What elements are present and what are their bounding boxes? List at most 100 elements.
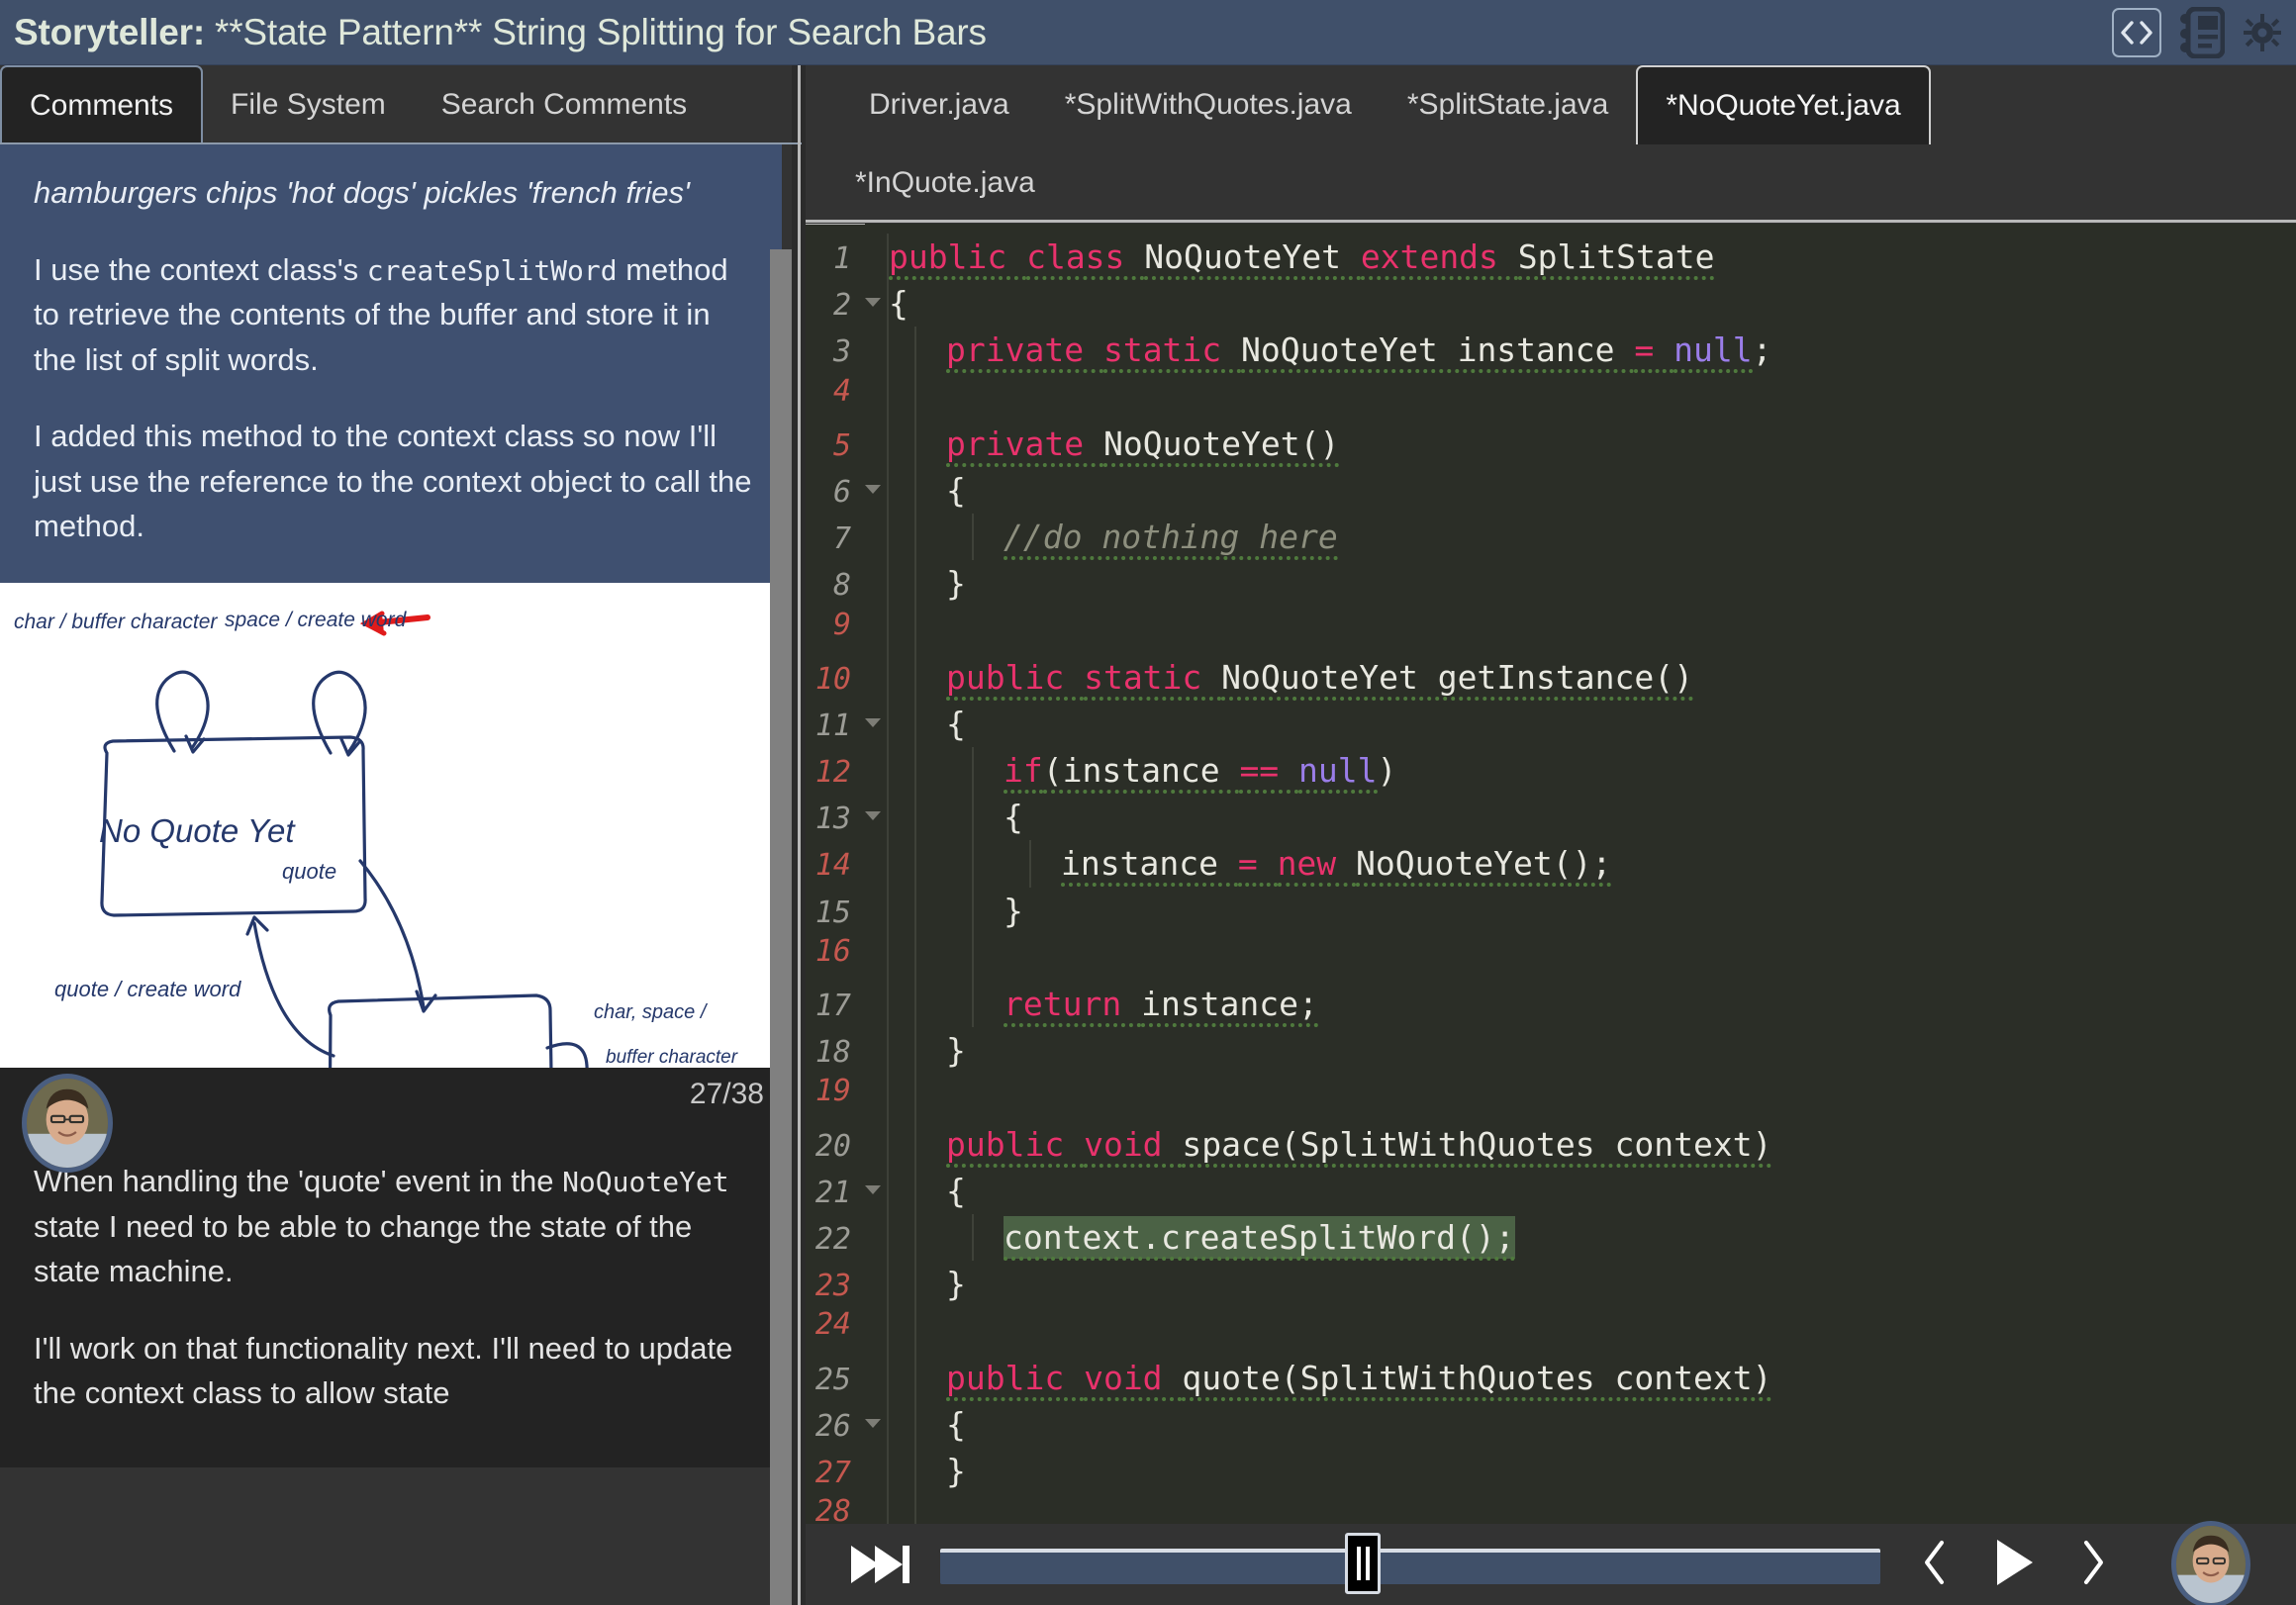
code-line: 25 public void quote(SplitWithQuotes cont… — [806, 1354, 2296, 1401]
code-line: 3 private static NoQuoteYet instance = nu… — [806, 327, 2296, 374]
line-number: 14 — [814, 848, 851, 884]
file-tab-splitstate[interactable]: *SplitState.java — [1380, 65, 1636, 144]
code-line: 20 public void space(SplitWithQuotes cont… — [806, 1120, 2296, 1168]
title-bar: Storyteller: **State Pattern** String Sp… — [0, 0, 2296, 65]
inline-code: NoQuoteYet — [562, 1165, 729, 1198]
indent-guide — [972, 794, 974, 841]
code-line: 6{ — [806, 466, 2296, 515]
indent-guide — [914, 327, 916, 374]
indent-guide — [914, 560, 916, 608]
svg-text:char, space /: char, space / — [594, 1001, 709, 1023]
comment-paragraph: hamburgers chips 'hot dogs' pickles 'fre… — [34, 175, 690, 210]
svg-text:No Quote Yet: No Quote Yet — [99, 812, 296, 849]
code-line: 24 — [806, 1307, 2296, 1355]
tab-search-comments[interactable]: Search Comments — [414, 65, 715, 144]
playbar-avatar[interactable] — [2171, 1521, 2250, 1605]
indent-guide — [914, 1261, 916, 1308]
code-line: 12 if(instance == null) — [806, 747, 2296, 795]
play-button[interactable] — [1991, 1537, 2037, 1593]
fold-triangle-icon[interactable] — [865, 1184, 881, 1194]
next-button[interactable] — [2080, 1540, 2106, 1590]
code-line: 19 — [806, 1074, 2296, 1121]
fold-triangle-icon[interactable] — [865, 298, 881, 308]
file-tab-bar-row2: *InQuote.java — [806, 144, 2296, 222]
playback-slider[interactable] — [940, 1533, 1880, 1594]
file-tab-noquoteyet[interactable]: *NoQuoteYet.java — [1636, 65, 1931, 144]
code-editor[interactable]: 1 public class NoQuoteYet extends SplitSt… — [806, 224, 2296, 1589]
state-diagram-whiteboard[interactable]: char / buffer character space / create w… — [0, 582, 774, 1068]
skip-to-end-button[interactable] — [849, 1541, 912, 1588]
line-number: 24 — [814, 1307, 851, 1343]
line-number: 3 — [832, 334, 851, 370]
comment-paragraph: I'll work on that functionality next. I'… — [34, 1330, 733, 1411]
fold-triangle-icon[interactable] — [865, 1418, 881, 1428]
line-number: 19 — [814, 1074, 851, 1109]
page-title: Storyteller: **State Pattern** String Sp… — [0, 12, 987, 53]
code-line: 7 //do nothing here — [806, 514, 2296, 561]
code-view-icon-wrap[interactable] — [2112, 8, 2161, 57]
playback-slider-handle[interactable] — [1345, 1533, 1381, 1594]
line-number: 27 — [814, 1455, 851, 1490]
line-number: 7 — [832, 521, 851, 557]
comment-card-blue[interactable]: hamburgers chips 'hot dogs' pickles 'fre… — [0, 144, 782, 583]
comments-scrollbar-thumb[interactable] — [770, 249, 792, 1605]
gutter-top-line — [806, 224, 865, 225]
line-number: 1 — [832, 241, 851, 276]
storyteller-app: Storyteller: **State Pattern** String Sp… — [0, 0, 2296, 1605]
file-tab-driver[interactable]: Driver.java — [841, 65, 1037, 144]
indent-guide — [914, 514, 916, 561]
tab-comments[interactable]: Comments — [0, 65, 204, 144]
code-line-text: public static NoQuoteYet getInstance() — [861, 654, 1693, 701]
code-line-text: } — [946, 1451, 966, 1490]
line-number: 25 — [814, 1362, 851, 1397]
indent-guide — [914, 1354, 916, 1401]
line-number: 18 — [814, 1035, 851, 1071]
line-number: 20 — [814, 1128, 851, 1164]
left-panel: Comments File System Search Comments ham… — [0, 65, 802, 1605]
comments-list: hamburgers chips 'hot dogs' pickles 'fre… — [0, 144, 792, 1605]
comment-paragraph: When handling the 'quote' event in the N… — [34, 1163, 729, 1289]
code-line-text: } — [1004, 891, 1023, 930]
indent-guide — [914, 840, 916, 888]
indent-guide — [914, 700, 916, 748]
indent-guide — [914, 466, 916, 515]
code-line-text: } — [946, 1031, 966, 1071]
code-line-text: public void quote(SplitWithQuotes contex… — [861, 1355, 1772, 1401]
line-number: 6 — [832, 474, 851, 510]
fold-triangle-icon[interactable] — [865, 811, 881, 821]
file-tab-splitwithquotes[interactable]: *SplitWithQuotes.java — [1037, 65, 1380, 144]
indent-guide — [914, 747, 916, 795]
indent-guide — [914, 933, 916, 981]
code-line: 26{ — [806, 1400, 2296, 1448]
settings-gear-icon[interactable] — [2243, 13, 2282, 52]
notes-media-icon[interactable] — [2179, 7, 2225, 58]
comment-card-dark[interactable]: 27/38 When handling the 'quote' event in… — [0, 1067, 792, 1467]
indent-guide — [914, 607, 916, 654]
previous-button[interactable] — [1922, 1540, 1948, 1590]
code-line: 17 return instance; — [806, 981, 2296, 1028]
comment-paragraph: I added this method to the context class… — [34, 419, 752, 544]
indent-guide — [972, 981, 974, 1028]
line-number: 5 — [832, 427, 851, 463]
code-view-icon[interactable] — [2112, 8, 2161, 57]
code-lines: 1 public class NoQuoteYet extends SplitSt… — [806, 234, 2296, 1589]
code-line-text: //do nothing here — [861, 514, 1338, 561]
line-number: 23 — [814, 1269, 851, 1304]
code-line: 11{ — [806, 700, 2296, 748]
comment-body: When handling the 'quote' event in the N… — [0, 1139, 792, 1416]
code-line: 1 public class NoQuoteYet extends SplitSt… — [806, 234, 2296, 280]
line-number: 4 — [832, 373, 851, 409]
code-line: 23} — [806, 1261, 2296, 1308]
code-line: 21{ — [806, 1167, 2296, 1214]
tab-file-system[interactable]: File System — [203, 65, 414, 144]
file-tab-inquote[interactable]: *InQuote.java — [841, 166, 1049, 200]
comment-header: 27/38 — [0, 1068, 792, 1173]
fold-triangle-icon[interactable] — [865, 484, 881, 494]
indent-guide — [914, 653, 916, 701]
code-line-text: public class NoQuoteYet extends SplitSta… — [861, 234, 1715, 280]
code-line-text: private NoQuoteYet() — [861, 421, 1340, 467]
line-number: 26 — [814, 1408, 851, 1444]
fold-triangle-icon[interactable] — [865, 717, 881, 727]
playback-slider-track[interactable] — [940, 1549, 1880, 1584]
file-tab-underline — [806, 220, 2296, 223]
